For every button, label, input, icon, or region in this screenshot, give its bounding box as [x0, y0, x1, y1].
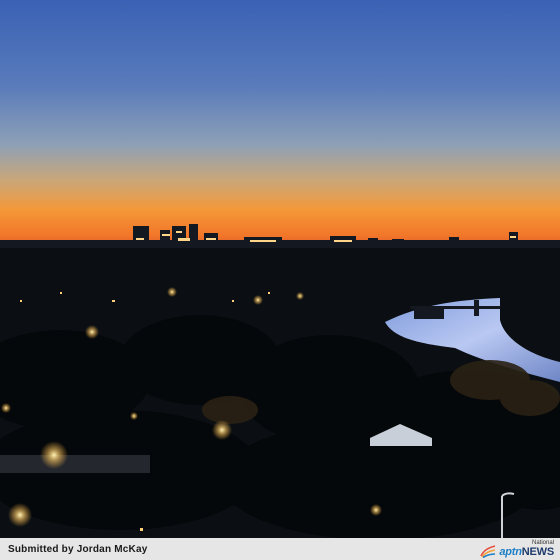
logo-aptn-text: aptn	[499, 546, 522, 558]
sky	[0, 0, 560, 250]
photo-frame: Submitted by Jordan McKay National aptnN…	[0, 0, 560, 560]
caption-bar: Submitted by Jordan McKay National aptnN…	[0, 538, 560, 560]
aptn-feather-icon	[480, 545, 496, 558]
photo-credit: Submitted by Jordan McKay	[8, 543, 148, 555]
skyline-photo	[0, 0, 560, 538]
aptn-news-logo: National aptnNEWS	[480, 540, 554, 558]
logo-wordmark: aptnNEWS	[499, 547, 554, 558]
logo-news-text: NEWS	[521, 546, 554, 558]
